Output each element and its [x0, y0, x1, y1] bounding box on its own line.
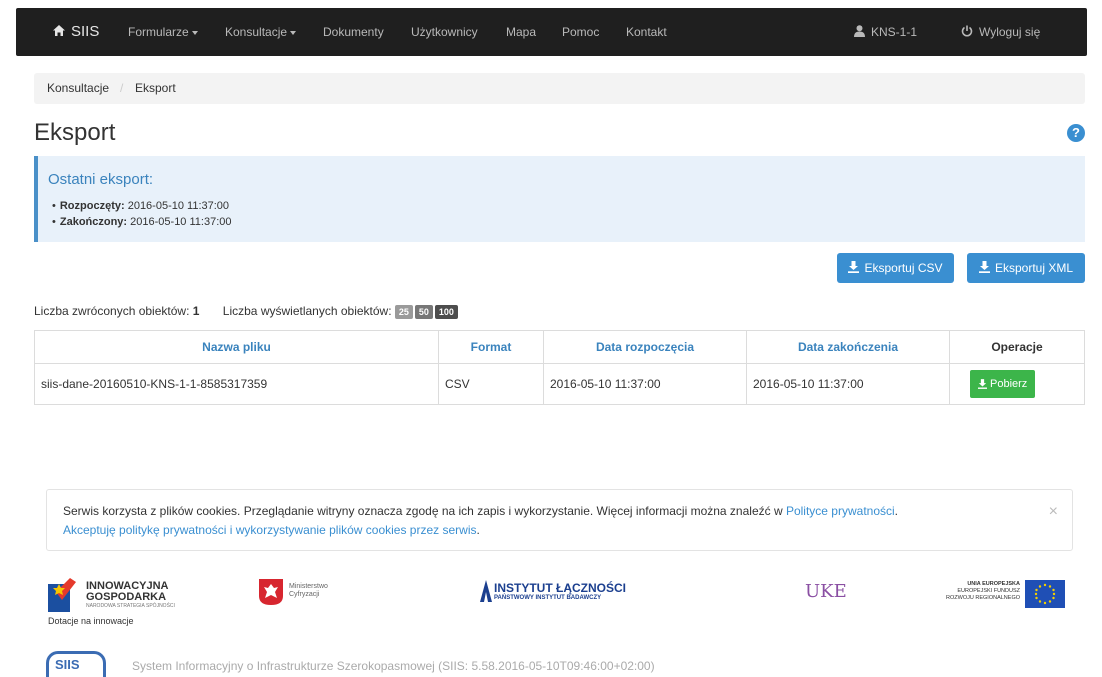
logout-label: Wyloguj się: [979, 25, 1041, 39]
mc-line2: Cyfryzacji: [289, 591, 320, 598]
export-csv-label: Eksportuj CSV: [864, 261, 943, 275]
download-icon: [978, 379, 987, 390]
nav-mapa[interactable]: Mapa: [506, 8, 536, 56]
il-emblem-icon: [480, 580, 492, 602]
ig-emblem-icon: [48, 578, 76, 612]
caret-down-icon: [290, 30, 297, 35]
top-navbar: SIIS Formularze Konsultacje Dokumenty Uż…: [16, 8, 1087, 56]
cell-start-date: 2016-05-10 11:37:00: [543, 363, 747, 405]
mc-line1: Ministerstwo: [289, 583, 328, 590]
cookie-notice: Serwis korzysta z plików cookies. Przegl…: [46, 489, 1073, 551]
nav-kontakt[interactable]: Kontakt: [626, 8, 667, 56]
result-counts: Liczba zwróconych obiektów: 1 Liczba wyś…: [34, 304, 460, 319]
cookie-accept-line: Akceptuję politykę prywatności i wykorzy…: [63, 523, 480, 537]
footer-version-text: System Informacyjny o Infrastrukturze Sz…: [132, 659, 655, 673]
column-header-start[interactable]: Data rozpoczęcia: [543, 330, 747, 364]
eagle-emblem-icon: [259, 579, 283, 605]
cookie-period: .: [476, 523, 480, 537]
siis-logo-frame: SIIS: [46, 651, 106, 677]
close-icon[interactable]: ×: [1049, 503, 1058, 521]
column-header-format[interactable]: Format: [438, 330, 544, 364]
list-item: Zakończony: 2016-05-10 11:37:00: [52, 214, 232, 230]
help-icon[interactable]: ?: [1067, 124, 1085, 142]
displayed-count-label: Liczba wyświetlanych obiektów:: [222, 304, 392, 318]
ig-line3: NARODOWA STRATEGIA SPÓJNOŚCI: [86, 603, 175, 609]
nav-uzytkownicy[interactable]: Użytkownicy: [411, 8, 478, 56]
finished-value: 2016-05-10 11:37:00: [130, 216, 232, 228]
ig-line2: GOSPODARKA: [86, 591, 167, 603]
brand-link[interactable]: SIIS: [53, 8, 99, 56]
power-icon: [961, 9, 973, 57]
page-size-50[interactable]: 50: [414, 304, 433, 319]
uke-text: UKE: [805, 581, 847, 602]
table-row: siis-dane-20160510-KNS-1-1-8585317359 CS…: [34, 363, 1085, 405]
il-subtitle: PAŃSTWOWY INSTYTUT BADAWCZY: [494, 595, 602, 601]
eu-flag-icon: [1025, 580, 1065, 608]
nav-konsultacje-label: Konsultacje: [225, 25, 288, 39]
export-csv-button[interactable]: Eksportuj CSV: [837, 253, 954, 283]
export-xml-label: Eksportuj XML: [994, 261, 1074, 275]
last-export-panel: Ostatni eksport: Rozpoczęty: 2016-05-10 …: [34, 156, 1085, 242]
returned-count-value: 1: [192, 304, 200, 318]
cookie-period: .: [894, 504, 899, 518]
logout-link[interactable]: Wyloguj się: [961, 8, 1040, 56]
column-header-end[interactable]: Data zakończenia: [746, 330, 950, 364]
uke-logo: UKE: [805, 581, 847, 602]
nav-konsultacje[interactable]: Konsultacje: [225, 8, 297, 56]
privacy-policy-link[interactable]: Polityce prywatności: [786, 504, 895, 518]
home-icon: [53, 8, 65, 56]
cell-operations: Pobierz: [949, 363, 1085, 405]
nav-pomoc[interactable]: Pomoc: [562, 8, 599, 56]
il-title: INSTYTUT ŁĄCZNOŚCI: [494, 581, 626, 595]
cell-end-date: 2016-05-10 11:37:00: [746, 363, 950, 405]
siis-logo-text: SIIS: [55, 657, 80, 672]
export-xml-button[interactable]: Eksportuj XML: [967, 253, 1085, 283]
user-menu[interactable]: KNS-1-1: [854, 8, 917, 56]
nav-dokumenty[interactable]: Dokumenty: [323, 8, 384, 56]
started-value: 2016-05-10 11:37:00: [127, 200, 230, 212]
accept-cookies-link[interactable]: Akceptuję politykę prywatności i wykorzy…: [63, 523, 476, 537]
user-icon: [854, 9, 865, 57]
breadcrumb-current: Eksport: [135, 81, 176, 95]
breadcrumb: Konsultacje / Eksport: [34, 73, 1085, 104]
table-header-row: Nazwa pliku Format Data rozpoczęcia Data…: [34, 330, 1085, 364]
page-size-100[interactable]: 100: [434, 304, 458, 319]
download-icon: [978, 254, 990, 284]
cookie-text-line: Serwis korzysta z plików cookies. Przegl…: [63, 504, 898, 518]
column-header-file[interactable]: Nazwa pliku: [34, 330, 439, 364]
column-header-operations: Operacje: [949, 330, 1085, 364]
finished-label: Zakończony:: [59, 216, 128, 228]
started-label: Rozpoczęty:: [59, 200, 125, 212]
list-item: Rozpoczęty: 2016-05-10 11:37:00: [52, 198, 231, 214]
cell-file-name: siis-dane-20160510-KNS-1-1-8585317359: [34, 363, 439, 405]
nav-formularze[interactable]: Formularze: [128, 8, 198, 56]
download-button[interactable]: Pobierz: [970, 370, 1036, 398]
page-title: Eksport: [34, 119, 116, 146]
ue-line3: ROZWOJU REGIONALNEGO: [946, 595, 1020, 601]
exports-table: Nazwa pliku Format Data rozpoczęcia Data…: [34, 330, 1085, 405]
cookie-text: Serwis korzysta z plików cookies. Przegl…: [63, 504, 786, 518]
nav-formularze-label: Formularze: [128, 25, 189, 39]
breadcrumb-separator: /: [120, 81, 124, 95]
caret-down-icon: [191, 30, 198, 35]
ue-line2: EUROPEJSKI FUNDUSZ: [957, 588, 1020, 594]
page-size-25[interactable]: 25: [394, 304, 413, 319]
user-label: KNS-1-1: [871, 25, 918, 39]
cell-format: CSV: [438, 363, 544, 405]
last-export-list: Rozpoczęty: 2016-05-10 11:37:00 Zakończo…: [52, 198, 232, 230]
download-icon: [848, 254, 860, 284]
brand-label: SIIS: [71, 23, 100, 40]
last-export-heading: Ostatni eksport:: [48, 171, 154, 188]
breadcrumb-konsultacje[interactable]: Konsultacje: [47, 73, 109, 104]
ig-caption: Dotacje na innowacje: [48, 616, 134, 626]
download-label: Pobierz: [990, 378, 1028, 390]
ue-line1: UNIA EUROPEJSKA: [967, 581, 1020, 587]
returned-count-label: Liczba zwróconych obiektów:: [34, 304, 190, 318]
